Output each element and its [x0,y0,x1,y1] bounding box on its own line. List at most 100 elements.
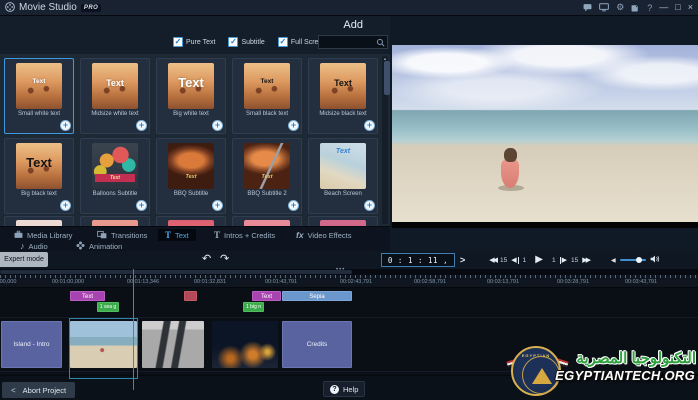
template-label: Small black text [235,111,299,118]
display-settings-icon[interactable] [599,3,609,12]
tab-video-effects[interactable]: fx Video Effects [296,230,351,240]
search-input[interactable] [318,35,388,49]
template-thumbnail: Text [92,63,138,109]
template-tile-bbq-subtitle-2[interactable]: Text BBQ Subtitle 2 + [232,138,302,214]
template-label: Midsize white text [83,111,147,118]
effect-clip-red[interactable] [184,291,197,301]
minimize-button[interactable]: — [659,3,668,12]
video-clip-night-city[interactable] [212,321,278,368]
maximize-button[interactable]: □ [675,3,680,12]
add-template-button[interactable]: + [136,120,147,131]
tab-intros-credits[interactable]: T Intros + Credits [214,230,275,240]
letterbox-bar [392,222,698,228]
export-icon[interactable] [631,3,640,12]
app-title: Movie Studio [19,2,77,13]
timeline-scrollbar-handle[interactable] [0,270,352,274]
thumbnail-overlay-text: Text [244,78,290,85]
skip-back-button[interactable]: ◀◀ [489,257,496,264]
video-clip-island-intro[interactable]: Island - Intro [1,321,62,368]
thumbnail-overlay-text: Text [320,78,366,88]
template-thumbnail: Text [16,143,62,189]
filter-pure-text[interactable]: ✓ Pure Text [173,37,215,47]
thumbnail-overlay-text: Text [95,174,135,182]
add-template-button[interactable]: + [60,200,71,211]
thumbnail-overlay-text: Text [16,155,62,170]
tab-transitions[interactable]: Transitions [97,230,147,241]
range-chevron-icon[interactable]: > [460,255,465,265]
expert-mode-button[interactable]: Expert mode [0,252,48,267]
template-label: Big white text [159,111,223,118]
fx-icon: fx [296,230,304,240]
template-tile-big-white-text[interactable]: Text Big white text + [156,58,226,134]
template-tile-midsize-white-text[interactable]: Text Midsize white text + [80,58,150,134]
help-icon[interactable]: ? [647,3,652,13]
pure-text-checkbox[interactable]: ✓ [173,37,183,47]
add-template-button[interactable]: + [136,200,147,211]
template-tile[interactable] [4,216,74,226]
add-template-button[interactable]: + [364,120,375,131]
frame-fwd-amount: 1 [552,257,556,264]
audio-clip-sea-gulls[interactable]: 1 sea g [97,302,119,312]
template-tile-bbq-subtitle[interactable]: Text BBQ Subtitle + [156,138,226,214]
add-template-button[interactable]: + [212,200,223,211]
template-tile-beach-screen[interactable]: Text Beach Screen + [308,138,378,214]
audio-clip-big-n[interactable]: 1 big n [243,302,264,312]
full-screen-checkbox[interactable]: ✓ [278,37,288,47]
template-tile-big-black-text[interactable]: Text Big black text + [4,138,74,214]
template-panel-header: Add ✓ Pure Text ✓ Subtitle ✓ Full Screen [0,16,390,54]
template-grid: Text Small white text + Text Midsize whi… [0,54,390,226]
template-label: Small white text [7,111,71,118]
ruler-label: 00,000 [0,279,16,285]
title-bar: Movie Studio PRO ⚙ ? — □ × [0,0,698,16]
volume-slider[interactable] [620,259,646,261]
redo-button[interactable]: ↷ [220,251,229,267]
tab-audio[interactable]: ♪ Audio [20,241,48,251]
playhead[interactable] [133,269,134,390]
subtitle-checkbox[interactable]: ✓ [228,37,238,47]
play-button[interactable]: ▶ [535,255,543,265]
frame-back-button[interactable]: ◀ [511,257,518,264]
close-button[interactable]: × [688,3,693,12]
template-label: BBQ Subtitle [159,191,223,198]
scrollbar-grip-icon[interactable]: ••• [336,267,345,273]
add-template-button[interactable]: + [60,120,71,131]
template-tile[interactable] [156,216,226,226]
volume-left-icon[interactable]: ◀ [611,257,616,264]
template-tile-small-black-text[interactable]: Text Small black text + [232,58,302,134]
title-clip-text-2[interactable]: Text [252,291,281,301]
ruler-label: 00:02:58,791 [414,279,446,285]
add-template-button[interactable]: + [288,200,299,211]
effect-clip-sepia[interactable]: Sepia [282,291,352,301]
template-tile-midsize-black-text[interactable]: Text Midsize black text + [308,58,378,134]
thumbnail-overlay-text: Text [92,78,138,88]
video-clip-walking[interactable] [142,321,204,368]
tab-media-library[interactable]: Media Library [14,230,72,241]
tab-text[interactable]: T Text [158,229,196,241]
watermark-arabic-text: التكنولوجيا المصرية [576,349,696,367]
add-template-button[interactable]: + [212,120,223,131]
add-template-button[interactable]: + [288,120,299,131]
gear-icon[interactable]: ⚙ [616,2,624,13]
feedback-icon[interactable] [583,3,592,12]
skip-forward-button[interactable]: ▶▶ [582,257,589,264]
help-button[interactable]: ? Help [323,381,365,397]
timeline-ruler[interactable]: 00,000 00:01:00,000 00:01:13,346 00:01:3… [0,275,698,288]
video-clip-credits[interactable]: Credits [282,321,352,368]
video-preview[interactable] [392,45,698,222]
template-tile[interactable] [80,216,150,226]
filter-subtitle[interactable]: ✓ Subtitle [228,37,264,47]
filter-label: Pure Text [186,39,215,46]
template-tile[interactable] [232,216,302,226]
add-template-button[interactable]: + [364,200,375,211]
title-clip-text-1[interactable]: Text [70,291,105,301]
template-tile[interactable] [308,216,378,226]
abort-project-button[interactable]: < Abort Project [2,382,75,398]
frame-forward-button[interactable]: ▶ [560,257,567,264]
transitions-icon [97,230,107,241]
template-tile-balloons-subtitle[interactable]: Text Balloons Subtitle + [80,138,150,214]
volume-slider-handle[interactable] [636,257,642,263]
template-tile-small-white-text[interactable]: Text Small white text + [4,58,74,134]
undo-button[interactable]: ↶ [202,251,211,267]
speaker-icon[interactable] [650,251,660,269]
ruler-label: 00:01:00,000 [52,279,84,285]
